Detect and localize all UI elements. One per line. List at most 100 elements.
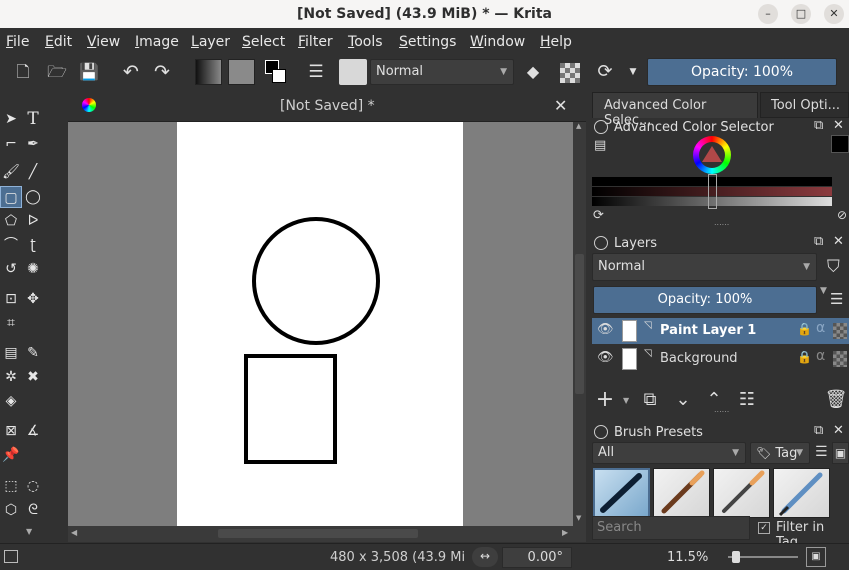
lock-icon[interactable]: 🔒 [797, 350, 812, 364]
layer-properties-icon[interactable]: ☷ [735, 388, 759, 412]
brush-preset-icon[interactable] [339, 59, 367, 85]
select-shapes-icon[interactable]: ➤ [0, 108, 22, 130]
chevron-down-icon[interactable]: ▼ [820, 286, 827, 296]
menu-settings[interactable]: Settings [399, 34, 456, 50]
bezier-tool-icon[interactable]: ⌒ [0, 234, 22, 256]
layer-blend-mode-combo[interactable]: Normal ▼ [592, 253, 817, 281]
close-window-button[interactable]: ✕ [824, 4, 844, 24]
menu-help[interactable]: Help [540, 34, 572, 50]
lock-icon[interactable] [594, 425, 608, 439]
inherit-alpha-icon[interactable] [833, 351, 847, 367]
line-tool-icon[interactable]: ╱ [22, 161, 44, 183]
tab-advanced-color-selector[interactable]: Advanced Color Selec... [592, 92, 758, 128]
alpha-icon[interactable]: α [816, 320, 825, 336]
canvas-background[interactable] [68, 122, 573, 526]
gradient-tool-icon[interactable]: ▤ [0, 342, 22, 364]
menu-file[interactable]: File [6, 34, 29, 50]
chevron-up-icon[interactable]: ▲ [576, 122, 581, 130]
chevron-right-icon[interactable]: ▶ [562, 528, 568, 537]
minimize-button[interactable]: – [758, 4, 778, 24]
transform-tool-icon[interactable]: ⊡ [0, 288, 22, 310]
lock-icon[interactable] [594, 236, 608, 250]
color-triangle[interactable] [702, 146, 722, 162]
smart-patch-icon[interactable]: ✲ [0, 366, 22, 388]
filter-icon[interactable]: ⛉ [827, 257, 840, 277]
undo-icon[interactable]: ↶ [120, 62, 142, 82]
rotation-icon[interactable]: ↔ [472, 547, 498, 567]
tag-button[interactable]: 🏷 Tag ▼ [750, 442, 810, 464]
close-icon[interactable]: ✕ [554, 96, 567, 115]
chevron-down-icon[interactable]: ▼ [623, 396, 629, 405]
move-layer-down-icon[interactable]: ⌄ [671, 388, 695, 412]
redo-icon[interactable]: ↷ [151, 62, 173, 82]
rect-select-icon[interactable]: ⬚ [0, 475, 22, 497]
layer-name[interactable]: Paint Layer 1 [660, 323, 756, 338]
current-color-swatch[interactable] [831, 135, 849, 153]
edit-shapes-icon[interactable]: ⌐ [0, 133, 22, 155]
brush-preset-ink[interactable] [593, 468, 650, 518]
new-document-icon[interactable]: 🗋 [12, 62, 34, 82]
float-icon[interactable]: ⧉ [814, 423, 823, 438]
menu-icon[interactable]: ☰ [815, 444, 828, 460]
scrollbar-thumb[interactable] [575, 254, 584, 394]
color-picker-icon[interactable]: ✎ [22, 342, 44, 364]
background-color-swatch[interactable] [272, 69, 286, 83]
fill-tool-icon[interactable]: ◈ [0, 390, 22, 412]
crop-tool-icon[interactable]: ⌗ [0, 312, 22, 334]
menu-image[interactable]: Image [135, 34, 179, 50]
ellipse-tool-icon[interactable]: ◯ [22, 186, 44, 208]
eraser-icon[interactable]: ◆ [522, 62, 544, 82]
resize-handle[interactable]: ...... [714, 405, 729, 414]
color-settings-icon[interactable]: ▤ [594, 138, 606, 153]
close-icon[interactable]: ✕ [833, 118, 844, 133]
polyline-tool-icon[interactable]: ᐅ [22, 210, 44, 232]
maximize-button[interactable]: □ [791, 4, 811, 24]
menu-window[interactable]: Window [470, 34, 525, 50]
save-document-icon[interactable]: 💾 [78, 62, 100, 82]
gradient-selector[interactable] [195, 59, 222, 85]
chevron-down-icon[interactable]: ▼ [26, 527, 32, 536]
layer-name[interactable]: Background [660, 351, 738, 366]
dynamic-brush-icon[interactable]: ↺ [0, 258, 22, 280]
zoom-slider-handle[interactable] [732, 551, 740, 563]
alpha-lock-icon[interactable] [560, 63, 580, 83]
layer-opacity-slider[interactable]: Opacity: 100% [593, 286, 817, 314]
brush-filter-combo[interactable]: All ▼ [592, 442, 746, 464]
float-icon[interactable]: ⧉ [814, 118, 823, 133]
filter-in-tag-checkbox[interactable]: ✓ [758, 522, 770, 534]
chevron-left-icon[interactable]: ◀ [71, 528, 77, 537]
rectangle-tool-icon[interactable]: ▢ [0, 186, 22, 208]
zoom-slider[interactable] [728, 551, 798, 563]
text-tool-icon[interactable]: T [22, 108, 44, 130]
view-mode-icon[interactable]: ▣ [832, 442, 849, 464]
polygon-select-icon[interactable]: ⬡ [0, 499, 22, 521]
move-tool-icon[interactable]: ✥ [22, 288, 44, 310]
ellipse-select-icon[interactable]: ◌ [22, 475, 44, 497]
selection-icon[interactable] [4, 550, 18, 563]
no-icon[interactable]: ⊘ [837, 208, 847, 222]
brush-settings-icon[interactable]: ☰ [305, 62, 327, 82]
delete-layer-icon[interactable]: 🗑 [824, 388, 848, 412]
reference-tool-icon[interactable]: 📌 [0, 444, 22, 466]
assistant-tool-icon[interactable]: ⊠ [0, 420, 22, 442]
lock-icon[interactable]: 🔒 [797, 322, 812, 336]
brush-preset-pencil[interactable] [773, 468, 830, 518]
float-icon[interactable]: ⧉ [814, 234, 823, 249]
close-icon[interactable]: ✕ [833, 234, 844, 249]
reload-preset-icon[interactable]: ⟳ [594, 62, 616, 82]
canvas-paper[interactable] [177, 122, 463, 526]
alpha-icon[interactable]: α [816, 348, 825, 364]
menu-select[interactable]: Select [242, 34, 285, 50]
layer-row[interactable]: 👁 ◹ Background 🔒 α [592, 346, 849, 372]
resize-handle[interactable]: ...... [714, 218, 729, 227]
lock-icon[interactable] [594, 120, 608, 134]
blend-mode-combo[interactable]: Normal ▼ [370, 59, 514, 85]
chevron-down-icon[interactable]: ▼ [576, 514, 581, 522]
brush-search-input[interactable]: Search [592, 516, 750, 540]
layer-row[interactable]: 👁 ◹ Paint Layer 1 🔒 α [592, 318, 849, 344]
calligraphy-icon[interactable]: ✒ [22, 133, 44, 155]
assistant-tool-icon[interactable]: ✖ [22, 366, 44, 388]
scrollbar-thumb[interactable] [218, 529, 418, 538]
open-document-icon[interactable]: 🗁 [46, 62, 68, 82]
polygon-tool-icon[interactable]: ⬠ [0, 210, 22, 232]
